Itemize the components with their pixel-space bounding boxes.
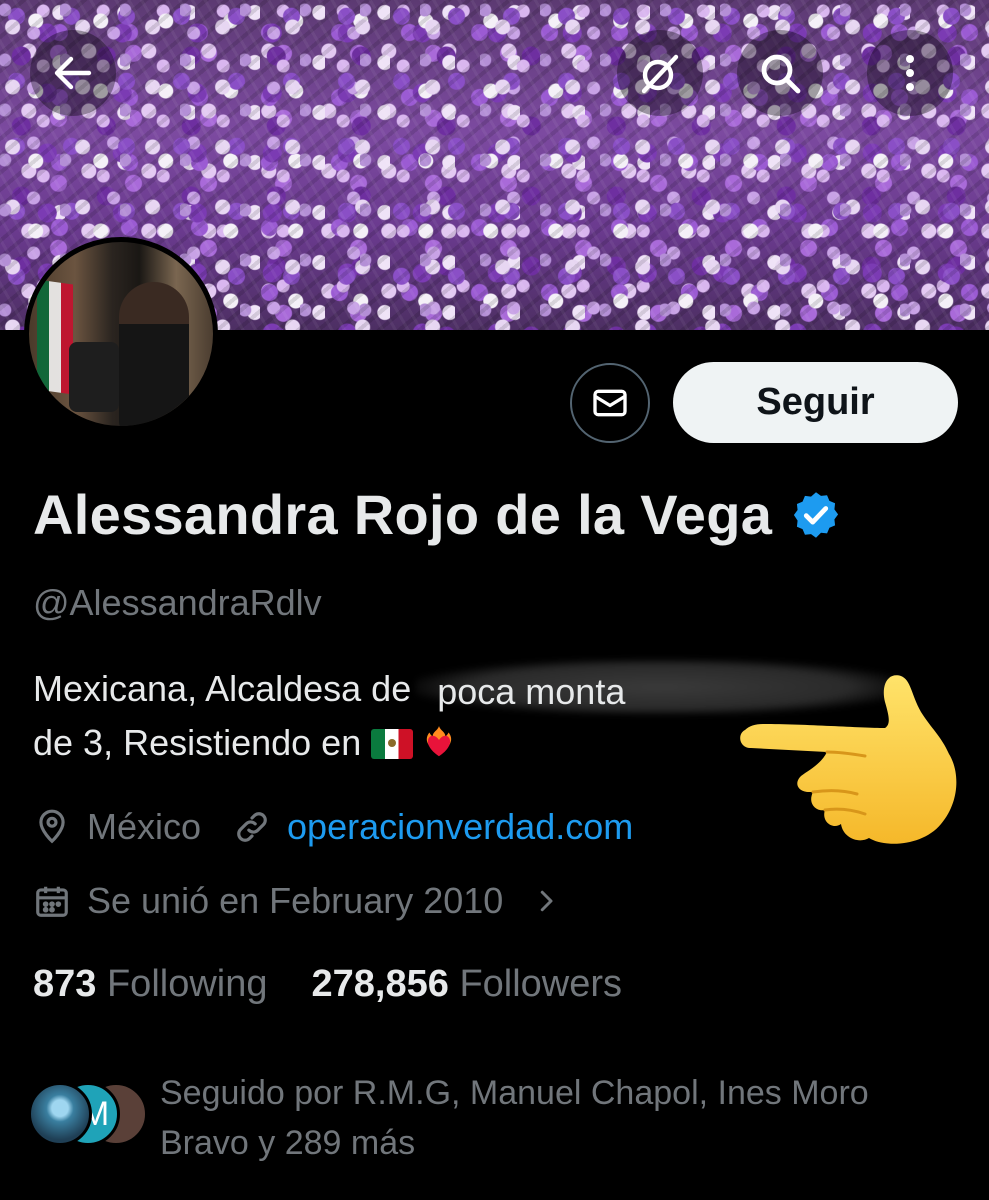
envelope-icon [593, 389, 627, 417]
followed-by-text: Seguido por R.M.G, Manuel Chapol, Ines M… [160, 1074, 869, 1162]
heart-on-fire-emoji [427, 726, 452, 757]
name-row: Alessandra Rojo de la Vega [33, 482, 842, 547]
profile-website-link[interactable]: operacionverdad.com [287, 806, 633, 848]
search-button[interactable] [737, 30, 823, 116]
bio-text-1: Mexicana, Alcaldesa de [33, 668, 412, 709]
pointing-hand-emoji [740, 675, 957, 844]
back-button[interactable] [30, 30, 116, 116]
profile-handle: @AlessandraRdlv [33, 582, 322, 623]
follow-stats: 873 Following 278,856 Followers [33, 963, 666, 1006]
profile-avatar[interactable] [24, 237, 218, 431]
profile-joined-date: Se unió en February 2010 [87, 880, 504, 921]
avatar [28, 1082, 92, 1146]
location-pin-icon [39, 809, 65, 844]
more-options-button[interactable] [867, 30, 953, 116]
link-icon [237, 812, 267, 842]
follow-button[interactable]: Seguir [673, 362, 958, 443]
message-button[interactable] [570, 363, 650, 443]
avatar-chair [69, 342, 119, 412]
followers-you-know-facepile: M [28, 1082, 148, 1148]
followed-by-section[interactable]: M Seguido por R.M.G, Manuel Chapol, Ines… [28, 1068, 960, 1168]
grok-button[interactable] [617, 30, 703, 116]
search-icon [761, 54, 801, 94]
mexico-flag-emoji [371, 729, 414, 759]
grok-icon [641, 54, 679, 94]
bio-overlay-text: poca monta [437, 671, 626, 713]
avatar-person [119, 282, 189, 426]
verified-badge-icon[interactable] [790, 489, 842, 541]
bio-text-2: de 3, Resistiendo en [33, 722, 362, 763]
following-label: Following [106, 963, 268, 1005]
profile-meta-row: México operacionverdad.com [33, 806, 633, 848]
calendar-icon [36, 886, 68, 917]
more-vertical-icon [906, 55, 914, 91]
profile-name: Alessandra Rojo de la Vega [33, 483, 773, 546]
profile-joined-row[interactable]: Se unió en February 2010 [33, 880, 577, 922]
followers-label: Followers [459, 963, 623, 1005]
arrow-left-icon [54, 56, 92, 90]
following-stat[interactable]: 873 Following [33, 963, 268, 1006]
profile-location: México [87, 806, 202, 847]
chevron-right-icon [541, 890, 553, 912]
avatar-flag [37, 279, 73, 395]
followers-count: 278,856 [311, 963, 449, 1005]
following-count: 873 [33, 963, 97, 1005]
followers-stat[interactable]: 278,856 Followers [312, 963, 623, 1006]
